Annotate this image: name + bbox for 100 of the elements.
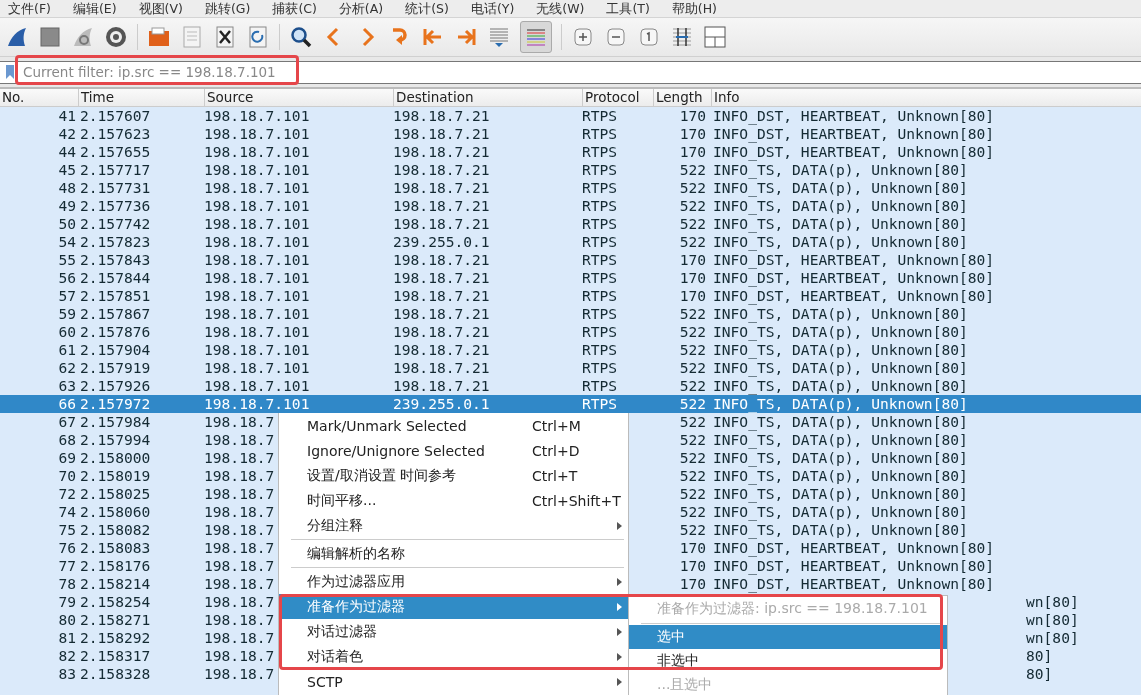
time-cell: 2.158317	[80, 647, 151, 664]
info-cell: INFO_DST, HEARTBEAT, Unknown[80]	[713, 557, 995, 574]
menu-item[interactable]: 跳转(G)	[204, 0, 251, 17]
menu-item[interactable]: 无线(W)	[536, 0, 585, 17]
number-cell: 83	[58, 665, 76, 682]
column-header[interactable]: No.	[0, 89, 79, 106]
filter-field[interactable]: Current filter: ip.src == 198.18.7.101	[0, 60, 1141, 84]
info-cell: INFO_TS, DATA(p), Unknown[80]	[713, 197, 968, 214]
protocol-cell: RTPS	[582, 377, 618, 394]
info-cell: INFO_TS, DATA(p), Unknown[80]	[713, 413, 968, 430]
info-cell: INFO_DST, HEARTBEAT, Unknown[80]	[713, 287, 995, 304]
submenu-arrow-icon	[617, 677, 622, 686]
length-cell: 522	[679, 467, 706, 484]
search-icon[interactable]	[289, 25, 313, 49]
destination-cell: 198.18.7.21	[393, 305, 490, 322]
number-cell: 44	[58, 143, 76, 160]
menu-item[interactable]: 编辑(E)	[72, 0, 117, 17]
menu-item[interactable]: 分析(A)	[338, 0, 384, 17]
menu-item[interactable]: Ignore/Unignore Selected Ctrl+D	[279, 438, 628, 463]
stop-icon[interactable]	[38, 25, 62, 49]
menu-item[interactable]: 作为过滤器应用	[279, 569, 628, 594]
number-cell: 59	[58, 305, 76, 322]
menu-item[interactable]: 电话(Y)	[470, 0, 515, 17]
time-cell: 2.158083	[80, 539, 151, 556]
number-cell: 67	[58, 413, 76, 430]
source-cell: 198.18.7.101	[204, 125, 310, 142]
menu-item[interactable]: 统计(S)	[405, 0, 449, 17]
source-cell: 198.18.7	[204, 503, 275, 520]
menu-item[interactable]: 对话过滤器	[279, 619, 628, 644]
menu-item[interactable]: 非选中	[629, 649, 947, 673]
protocol-cell: RTPS	[582, 161, 618, 178]
number-cell: 41	[58, 107, 76, 124]
destination-cell: 198.18.7.21	[393, 107, 490, 124]
menu-item[interactable]: 设置/取消设置 时间参考 Ctrl+T	[279, 463, 628, 488]
resize-columns-icon[interactable]	[670, 25, 694, 49]
length-cell: 170	[679, 269, 706, 286]
number-cell: 54	[58, 233, 76, 250]
column-header[interactable]: Destination	[394, 89, 583, 106]
time-cell: 2.158082	[80, 521, 151, 538]
menu-item[interactable]: 帮助(H)	[671, 0, 717, 17]
info-cell: INFO_TS, DATA(p), Unknown[80]	[713, 341, 968, 358]
menu-item[interactable]: 捕获(C)	[272, 0, 317, 17]
time-cell: 2.158292	[80, 629, 151, 646]
column-header[interactable]: Info	[712, 89, 1141, 106]
time-cell: 2.158214	[80, 575, 151, 592]
source-cell: 198.18.7	[204, 467, 275, 484]
length-cell: 522	[679, 215, 706, 232]
protocol-cell: RTPS	[582, 341, 618, 358]
reload-file-icon[interactable]	[246, 25, 270, 49]
menu-item[interactable]: 工具(T)	[606, 0, 650, 17]
number-cell: 45	[58, 161, 76, 178]
submenu-arrow-icon	[617, 602, 622, 611]
length-cell: 170	[679, 287, 706, 304]
menu-item[interactable]: 选中	[629, 625, 947, 649]
autoscroll-icon[interactable]	[487, 25, 511, 49]
layout-grid-icon[interactable]	[703, 25, 727, 49]
number-cell: 50	[58, 215, 76, 232]
time-cell: 2.157736	[80, 197, 151, 214]
info-cell: INFO_DST, HEARTBEAT, Unknown[80]	[713, 539, 995, 556]
protocol-cell: RTPS	[582, 359, 618, 376]
menu-item[interactable]: SCTP	[279, 669, 628, 694]
close-file-icon[interactable]	[213, 25, 237, 49]
source-cell: 198.18.7.101	[204, 305, 310, 322]
settings-icon[interactable]	[104, 25, 128, 49]
time-cell: 2.157844	[80, 269, 151, 286]
number-cell: 55	[58, 251, 76, 268]
source-cell: 198.18.7.101	[204, 215, 310, 232]
folder-icon[interactable]	[147, 25, 171, 49]
column-header[interactable]: Time	[79, 89, 205, 106]
time-cell: 2.157919	[80, 359, 151, 376]
menu-item[interactable]: 分组注释	[279, 513, 628, 538]
length-cell: 522	[679, 521, 706, 538]
info-cell: INFO_TS, DATA(p), Unknown[80]	[713, 521, 968, 538]
length-cell: 170	[679, 539, 706, 556]
number-cell: 60	[58, 323, 76, 340]
colorize-button[interactable]	[520, 21, 552, 53]
number-cell: 42	[58, 125, 76, 142]
length-cell: 522	[679, 485, 706, 502]
number-cell: 72	[58, 485, 76, 502]
info-cell: INFO_DST, HEARTBEAT, Unknown[80]	[713, 251, 995, 268]
source-cell: 198.18.7.101	[204, 395, 310, 412]
menu-item[interactable]: 视图(V)	[138, 0, 183, 17]
info-cell: INFO_TS, DATA(p), Unknown[80]	[713, 449, 968, 466]
shark-fin-icon[interactable]	[5, 25, 29, 49]
restart-icon[interactable]	[71, 25, 95, 49]
source-cell: 198.18.7.101	[204, 143, 310, 160]
menu-item[interactable]: Mark/Unmark Selected Ctrl+M	[279, 413, 628, 438]
menu-item[interactable]: 对话着色	[279, 644, 628, 669]
column-header[interactable]: Length	[654, 89, 712, 106]
length-cell: 522	[679, 305, 706, 322]
menu-item[interactable]: 时间平移... Ctrl+Shift+T	[279, 488, 628, 513]
bookmark-icon[interactable]	[5, 64, 15, 80]
menu-item[interactable]: 文件(F)	[8, 0, 51, 17]
menu-item[interactable]: 编辑解析的名称	[279, 541, 628, 566]
column-header[interactable]: Protocol	[583, 89, 654, 106]
protocol-cell: RTPS	[582, 107, 618, 124]
info-cell: wn[80]	[1026, 593, 1079, 610]
column-header[interactable]: Source	[205, 89, 394, 106]
number-cell: 66	[58, 395, 76, 412]
time-cell: 2.157926	[80, 377, 151, 394]
